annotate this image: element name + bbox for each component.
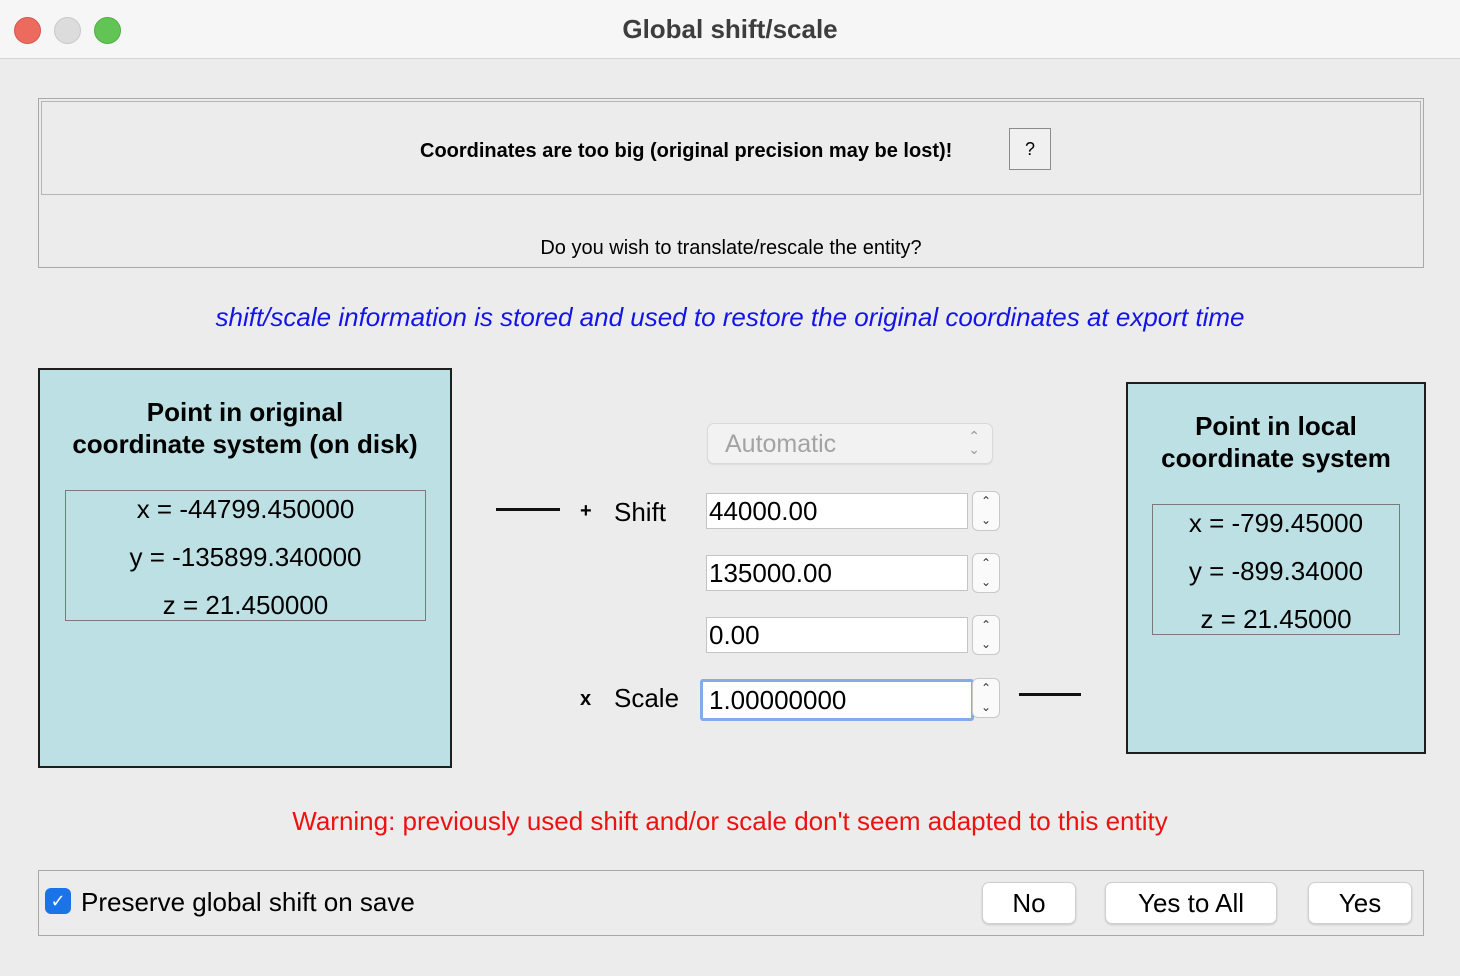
local-z: z = 21.45000 (1200, 604, 1352, 634)
local-coordinates: x = -799.45000 y = -899.34000 z = 21.450… (1152, 504, 1400, 635)
header-box: Coordinates are too big (original precis… (38, 98, 1424, 268)
original-coordinates: x = -44799.450000 y = -135899.340000 z =… (65, 490, 426, 621)
window-title: Global shift/scale (622, 14, 838, 44)
yes-to-all-button[interactable]: Yes to All (1105, 882, 1277, 924)
local-point-panel: Point in local coordinate system x = -79… (1126, 382, 1426, 754)
warning-frame: Coordinates are too big (original precis… (41, 101, 1421, 195)
original-panel-title: Point in original coordinate system (on … (40, 396, 450, 460)
stepper-up-icon[interactable]: ⌃ (973, 492, 999, 511)
shift-mode-dropdown[interactable]: Automatic ⌃ ⌄ (707, 423, 993, 464)
original-y: y = -135899.340000 (129, 542, 362, 572)
footer-bar: ✓ Preserve global shift on save No Yes t… (38, 870, 1424, 936)
shift-label: Shift (614, 497, 667, 527)
help-button[interactable]: ? (1009, 128, 1051, 170)
local-title-line-2: coordinate system (1161, 443, 1391, 473)
updown-chevron-icon: ⌃ ⌄ (968, 428, 980, 457)
stepper-down-icon[interactable]: ⌄ (973, 698, 999, 717)
plus-sign: + (580, 500, 592, 522)
scale-stepper[interactable]: ⌃ ⌄ (972, 678, 1000, 718)
preserve-shift-label[interactable]: Preserve global shift on save (81, 887, 415, 918)
times-sign: x (580, 688, 592, 710)
stepper-up-icon[interactable]: ⌃ (973, 554, 999, 573)
shift-x-input[interactable] (706, 493, 968, 529)
coordinates-warning: Coordinates are too big (original precis… (420, 140, 953, 162)
connector-line-right (1019, 693, 1081, 696)
local-title-line-1: Point in local (1195, 411, 1357, 441)
original-title-line-1: Point in original (146, 397, 344, 427)
connector-line-left (496, 508, 560, 511)
shift-warning-text: Warning: previously used shift and/or sc… (292, 806, 1168, 836)
preserve-shift-checkbox[interactable]: ✓ (45, 888, 71, 914)
shift-mode-value: Automatic (725, 430, 837, 458)
scale-input[interactable] (700, 679, 974, 721)
shift-y-stepper[interactable]: ⌃ ⌄ (972, 553, 1000, 593)
shift-z-input[interactable] (706, 617, 968, 653)
shift-info-text: shift/scale information is stored and us… (215, 302, 1245, 332)
shift-z-stepper[interactable]: ⌃ ⌄ (972, 615, 1000, 655)
translate-question: Do you wish to translate/rescale the ent… (540, 237, 922, 259)
stepper-down-icon[interactable]: ⌄ (973, 635, 999, 654)
title-bar: Global shift/scale (0, 0, 1460, 59)
original-title-line-2: coordinate system (on disk) (72, 429, 418, 459)
original-x: x = -44799.450000 (136, 494, 355, 524)
original-z: z = 21.450000 (162, 590, 329, 620)
yes-button[interactable]: Yes (1308, 882, 1412, 924)
scale-label: Scale (614, 683, 680, 713)
stepper-down-icon[interactable]: ⌄ (973, 573, 999, 592)
original-point-panel: Point in original coordinate system (on … (38, 368, 452, 768)
local-panel-title: Point in local coordinate system (1128, 410, 1424, 474)
stepper-up-icon[interactable]: ⌃ (973, 616, 999, 635)
stepper-up-icon[interactable]: ⌃ (973, 679, 999, 698)
shift-x-stepper[interactable]: ⌃ ⌄ (972, 491, 1000, 531)
local-y: y = -899.34000 (1188, 556, 1364, 586)
shift-y-input[interactable] (706, 555, 968, 591)
local-x: x = -799.45000 (1188, 508, 1364, 538)
stepper-down-icon[interactable]: ⌄ (973, 511, 999, 530)
no-button[interactable]: No (982, 882, 1076, 924)
